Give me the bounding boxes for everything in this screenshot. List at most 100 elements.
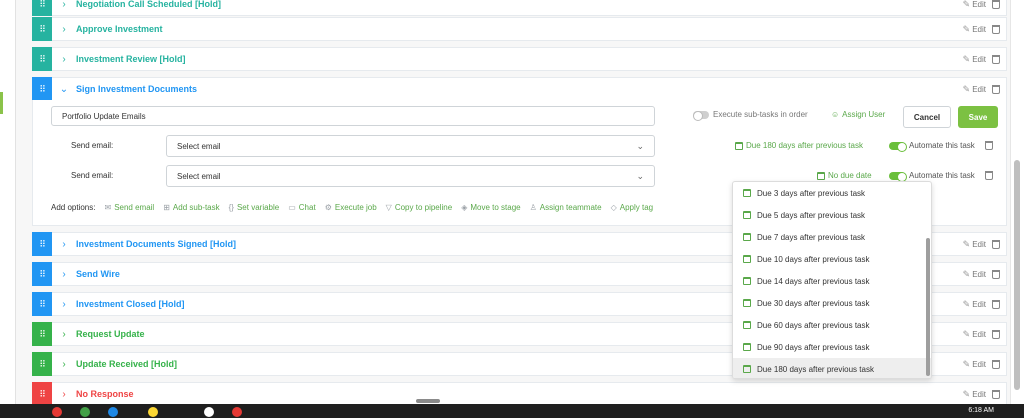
chevron-right-icon[interactable]: ›	[52, 24, 76, 35]
due-option[interactable]: Due 10 days after previous task	[733, 248, 931, 270]
task-row[interactable]: ⠿ › Investment Review [Hold] ✎ Edit	[32, 47, 1007, 71]
taskbar-app-icon[interactable]	[148, 407, 158, 417]
task-title[interactable]: No Response	[76, 389, 963, 399]
toggle-switch-icon[interactable]	[693, 110, 709, 121]
chevron-right-icon[interactable]: ›	[52, 269, 76, 280]
toggle-switch-icon[interactable]	[889, 141, 907, 152]
edit-button[interactable]: ✎ Edit	[963, 329, 986, 340]
drag-handle-icon[interactable]: ⠿	[32, 77, 52, 101]
edit-button[interactable]: ✎ Edit	[963, 24, 986, 35]
edit-button[interactable]: ✎ Edit	[963, 359, 986, 370]
drag-handle-icon[interactable]: ⠿	[32, 292, 52, 316]
edit-button[interactable]: ✎ Edit	[963, 84, 986, 95]
trash-icon[interactable]	[992, 239, 1000, 249]
pencil-icon: ✎	[962, 268, 971, 279]
calendar-icon	[743, 277, 751, 285]
chevron-right-icon[interactable]: ›	[52, 299, 76, 310]
chevron-right-icon[interactable]: ›	[52, 359, 76, 370]
chevron-right-icon[interactable]: ›	[52, 389, 76, 400]
chevron-right-icon[interactable]: ›	[52, 0, 76, 10]
set-variable-option[interactable]: {} Set variable	[229, 203, 280, 212]
trash-icon[interactable]	[992, 54, 1000, 64]
automate-task-toggle[interactable]: Automate this task	[889, 171, 993, 182]
calendar-icon	[743, 211, 751, 219]
move-to-stage-option[interactable]: ◈ Move to stage	[461, 203, 520, 212]
edit-button[interactable]: ✎ Edit	[963, 269, 986, 280]
taskbar-app-icon[interactable]	[232, 407, 242, 417]
dropdown-scrollbar[interactable]	[926, 238, 930, 376]
taskbar-app-icon[interactable]	[80, 407, 90, 417]
task-row[interactable]: ⠿ › Negotiation Call Scheduled [Hold] ✎ E…	[32, 0, 1007, 16]
taskbar-app-icon[interactable]	[52, 407, 62, 417]
task-title[interactable]: Approve Investment	[76, 24, 963, 34]
taskbar-app-icon[interactable]	[204, 407, 214, 417]
drag-handle-icon[interactable]: ⠿	[32, 262, 52, 286]
execute-job-option[interactable]: ⚙ Execute job	[325, 203, 377, 212]
edit-button[interactable]: ✎ Edit	[963, 239, 986, 250]
execute-in-order-toggle[interactable]: Execute sub-tasks in order	[693, 110, 808, 121]
user-plus-icon: ♙	[529, 203, 537, 212]
resize-handle[interactable]	[416, 399, 440, 403]
due-option[interactable]: Due 5 days after previous task	[733, 204, 931, 226]
chat-option[interactable]: ▭ Chat	[288, 203, 315, 212]
task-title[interactable]: Negotiation Call Scheduled [Hold]	[76, 0, 963, 9]
trash-icon[interactable]	[992, 359, 1000, 369]
due-option[interactable]: Due 90 days after previous task	[733, 336, 931, 358]
drag-handle-icon[interactable]: ⠿	[32, 17, 52, 41]
chevron-right-icon[interactable]: ›	[52, 54, 76, 65]
email-select[interactable]: Select email ⌄	[166, 135, 655, 157]
task-row[interactable]: ⠿ › Approve Investment ✎ Edit	[32, 17, 1007, 41]
drag-handle-icon[interactable]: ⠿	[32, 0, 52, 16]
pencil-icon: ✎	[962, 53, 971, 64]
trash-icon[interactable]	[992, 84, 1000, 94]
trash-icon[interactable]	[992, 299, 1000, 309]
assign-teammate-option[interactable]: ♙ Assign teammate	[530, 203, 602, 212]
toggle-switch-icon[interactable]	[889, 171, 907, 182]
email-select[interactable]: Select email ⌄	[166, 165, 655, 187]
due-option[interactable]: Due 30 days after previous task	[733, 292, 931, 314]
task-row-expanded[interactable]: ⠿ ⌄ Sign Investment Documents ✎ Edit	[32, 77, 1007, 101]
assign-user-button[interactable]: ☺ Assign User	[831, 110, 885, 119]
drag-handle-icon[interactable]: ⠿	[32, 382, 52, 406]
trash-icon[interactable]	[992, 389, 1000, 399]
due-option[interactable]: Due 3 days after previous task	[733, 182, 931, 204]
edit-button[interactable]: ✎ Edit	[963, 299, 986, 310]
trash-icon[interactable]	[992, 24, 1000, 34]
trash-icon[interactable]	[992, 0, 1000, 9]
chevron-right-icon[interactable]: ›	[52, 329, 76, 340]
edit-button[interactable]: ✎ Edit	[963, 54, 986, 65]
automate-task-toggle[interactable]: Automate this task	[889, 141, 993, 152]
add-subtask-option[interactable]: ⊞ Add sub-task	[163, 203, 219, 212]
cancel-button[interactable]: Cancel	[903, 106, 951, 128]
due-option[interactable]: Due 14 days after previous task	[733, 270, 931, 292]
edit-button[interactable]: ✎ Edit	[963, 389, 986, 400]
pencil-icon: ✎	[962, 238, 971, 249]
left-edge-tab[interactable]	[0, 92, 3, 114]
drag-handle-icon[interactable]: ⠿	[32, 352, 52, 376]
task-row[interactable]: ⠿ › No Response ✎ Edit	[32, 382, 1007, 406]
subtask-name-input[interactable]: Portfolio Update Emails	[51, 106, 655, 126]
task-title[interactable]: Sign Investment Documents	[76, 84, 963, 94]
edit-button[interactable]: ✎ Edit	[963, 0, 986, 10]
trash-icon[interactable]	[992, 269, 1000, 279]
copy-to-pipeline-option[interactable]: ▽ Copy to pipeline	[386, 203, 453, 212]
drag-handle-icon[interactable]: ⠿	[32, 47, 52, 71]
drag-handle-icon[interactable]: ⠿	[32, 232, 52, 256]
save-button[interactable]: Save	[958, 106, 998, 128]
due-option[interactable]: Due 60 days after previous task	[733, 314, 931, 336]
trash-icon[interactable]	[992, 329, 1000, 339]
due-date-link[interactable]: Due 180 days after previous task	[735, 141, 863, 150]
due-option[interactable]: Due 7 days after previous task	[733, 226, 931, 248]
apply-tag-option[interactable]: ◇ Apply tag	[611, 203, 654, 212]
trash-icon[interactable]	[984, 171, 993, 180]
send-email-option[interactable]: ✉ Send email	[104, 203, 154, 212]
drag-handle-icon[interactable]: ⠿	[32, 322, 52, 346]
task-title[interactable]: Investment Review [Hold]	[76, 54, 963, 64]
trash-icon[interactable]	[984, 141, 993, 150]
due-option-selected[interactable]: Due 180 days after previous task	[733, 358, 931, 378]
page-scrollbar-thumb[interactable]	[1014, 160, 1020, 390]
due-date-link[interactable]: No due date	[817, 171, 872, 180]
taskbar-app-icon[interactable]	[108, 407, 118, 417]
chevron-down-icon[interactable]: ⌄	[52, 84, 76, 95]
chevron-right-icon[interactable]: ›	[52, 239, 76, 250]
